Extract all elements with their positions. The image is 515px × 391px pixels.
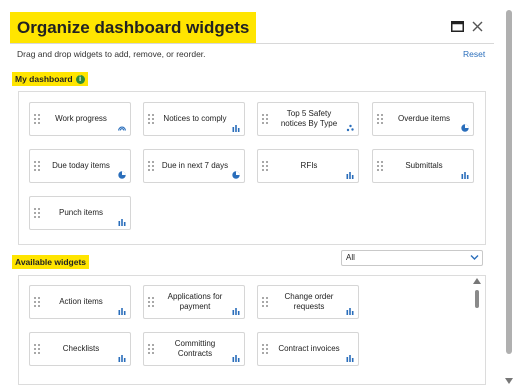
drag-handle-icon[interactable]: [148, 161, 154, 172]
pie-chart-icon: [232, 171, 240, 179]
bar-chart-icon: [461, 172, 469, 179]
scroll-down-arrow-icon[interactable]: [505, 378, 513, 384]
widget-card[interactable]: Change order requests: [257, 285, 359, 319]
widget-label: Committing Contracts: [174, 339, 216, 358]
dialog-title-text: Organize dashboard widgets: [17, 18, 250, 37]
my-dashboard-heading: My dashboard i: [12, 72, 88, 86]
available-widgets-panel: Action items Applications for payment Chan…: [18, 275, 486, 385]
instructions-text: Drag and drop widgets to add, remove, or…: [17, 49, 206, 59]
gauge-icon: [118, 126, 126, 131]
widget-label: Overdue items: [397, 114, 451, 123]
widget-label: Top 5 Safety notices By Type: [280, 109, 338, 128]
widget-card[interactable]: Overdue items: [372, 102, 474, 136]
widget-card[interactable]: Notices to comply: [143, 102, 245, 136]
widget-label: Action items: [59, 297, 103, 306]
drag-handle-icon[interactable]: [262, 297, 268, 308]
available-widgets-label: Available widgets: [15, 257, 87, 267]
my-dashboard-label: My dashboard: [15, 74, 73, 84]
drag-handle-icon[interactable]: [148, 344, 154, 355]
widget-card[interactable]: Due in next 7 days: [143, 149, 245, 183]
widget-label: Submittals: [405, 161, 443, 170]
widget-label: Notices to comply: [163, 114, 227, 123]
widget-card[interactable]: Submittals: [372, 149, 474, 183]
close-button[interactable]: [468, 17, 486, 35]
drag-handle-icon[interactable]: [34, 297, 40, 308]
widget-card[interactable]: Action items: [29, 285, 131, 319]
widget-label: Change order requests: [284, 292, 334, 311]
widget-filter-select[interactable]: All: [341, 250, 483, 266]
widget-card[interactable]: Due today items: [29, 149, 131, 183]
drag-handle-icon[interactable]: [262, 344, 268, 355]
scatter-icon: [346, 124, 354, 132]
widget-label: Due in next 7 days: [161, 161, 229, 170]
drag-handle-icon[interactable]: [377, 161, 383, 172]
info-icon[interactable]: i: [75, 75, 85, 85]
widget-card[interactable]: RFIs: [257, 149, 359, 183]
widget-card[interactable]: Work progress: [29, 102, 131, 136]
dialog-scrollbar-thumb[interactable]: [506, 10, 512, 354]
widget-card[interactable]: Applications for payment: [143, 285, 245, 319]
close-icon: [472, 21, 482, 31]
widget-label: Punch items: [58, 208, 104, 217]
drag-handle-icon[interactable]: [262, 161, 268, 172]
drag-handle-icon[interactable]: [34, 344, 40, 355]
my-dashboard-panel: Work progress Notices to comply Top 5 Safe…: [18, 91, 486, 245]
widget-card[interactable]: Checklists: [29, 332, 131, 366]
filter-selected-value: All: [346, 253, 355, 262]
drag-handle-icon[interactable]: [34, 208, 40, 219]
widget-label: RFIs: [300, 161, 318, 170]
available-widgets-heading: Available widgets: [12, 255, 90, 269]
widget-card[interactable]: Contract invoices: [257, 332, 359, 366]
widget-label: Work progress: [55, 114, 107, 123]
drag-handle-icon[interactable]: [34, 161, 40, 172]
widget-card[interactable]: Committing Contracts: [143, 332, 245, 366]
dialog-title: Organize dashboard widgets: [10, 12, 257, 43]
dialog-scrollbar[interactable]: [503, 0, 515, 391]
available-widgets-scrollbar[interactable]: [472, 276, 482, 382]
drag-handle-icon[interactable]: [377, 114, 383, 125]
organize-widgets-dialog: Organize dashboard widgets Drag and drop…: [0, 0, 515, 391]
widget-label: Due today items: [52, 161, 110, 170]
pie-chart-icon: [118, 171, 126, 179]
drag-handle-icon[interactable]: [34, 114, 40, 125]
reset-link[interactable]: Reset: [463, 49, 485, 59]
bar-chart-icon: [118, 355, 126, 362]
drag-handle-icon[interactable]: [148, 114, 154, 125]
scroll-up-arrow-icon[interactable]: [473, 278, 481, 284]
header-divider: [10, 43, 494, 44]
bar-chart-icon: [346, 172, 354, 179]
bar-chart-icon: [232, 308, 240, 315]
maximize-button[interactable]: [448, 17, 466, 35]
widget-label: Checklists: [62, 344, 100, 353]
bar-chart-icon: [232, 355, 240, 362]
drag-handle-icon[interactable]: [262, 114, 268, 125]
chevron-down-icon: [470, 255, 479, 260]
bar-chart-icon: [346, 355, 354, 362]
pie-chart-icon: [461, 124, 469, 132]
bar-chart-icon: [118, 219, 126, 226]
bar-chart-icon: [232, 125, 240, 132]
bar-chart-icon: [346, 308, 354, 315]
bar-chart-icon: [118, 308, 126, 315]
widget-card[interactable]: Punch items: [29, 196, 131, 230]
scrollbar-thumb[interactable]: [475, 290, 479, 308]
widget-card[interactable]: Top 5 Safety notices By Type: [257, 102, 359, 136]
widget-label: Applications for payment: [167, 292, 223, 311]
drag-handle-icon[interactable]: [148, 297, 154, 308]
maximize-icon: [450, 20, 464, 32]
widget-label: Contract invoices: [278, 344, 340, 353]
